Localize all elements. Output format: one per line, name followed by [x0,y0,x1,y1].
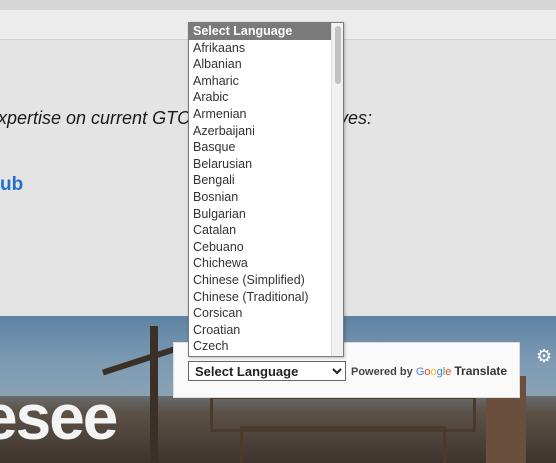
language-option[interactable]: Chichewa [189,255,333,272]
language-option[interactable]: Corsican [189,305,333,322]
hero-title: esee [0,381,118,453]
intro-text-start: xpertise on current GTC [0,108,191,128]
language-option[interactable]: Afrikaans [189,40,333,57]
dropdown-scrollbar[interactable] [331,23,343,356]
language-select[interactable]: Select Language [188,361,346,381]
language-option[interactable]: Croatian [189,322,333,339]
powered-by-google: Powered by Google Translate [351,364,507,378]
language-option[interactable]: Bengali [189,172,333,189]
language-option[interactable]: Bosnian [189,189,333,206]
language-option[interactable]: Select Language [189,23,333,40]
language-options: Select Language Afrikaans Albanian Amharic A… [189,23,333,355]
language-dropdown-list[interactable]: Select Language Afrikaans Albanian Amharic A… [188,22,344,357]
browser-top-strip [0,0,556,10]
language-option[interactable]: Cebuano [189,239,333,256]
dropdown-scroll-thumb[interactable] [335,26,341,84]
hero-crane-mast [150,326,158,463]
language-option[interactable]: Albanian [189,56,333,73]
language-option[interactable]: Amharic [189,73,333,90]
language-option[interactable]: Catalan [189,222,333,239]
language-option[interactable]: Bulgarian [189,206,333,223]
gear-icon[interactable]: ⚙ [536,347,554,365]
language-option[interactable]: Azerbaijani [189,123,333,140]
intro-text: xpertise on current GTC tives: [0,108,372,129]
language-option[interactable]: Basque [189,139,333,156]
language-option[interactable]: Arabic [189,89,333,106]
language-option[interactable]: Czech [189,338,333,355]
language-option[interactable]: Armenian [189,106,333,123]
hub-link[interactable]: ub [0,174,23,196]
language-option[interactable]: Chinese (Simplified) [189,272,333,289]
language-option[interactable]: Belarusian [189,156,333,173]
translate-label: Translate [454,364,508,378]
language-option[interactable]: Chinese (Traditional) [189,289,333,306]
powered-by-label: Powered by [351,366,413,378]
google-logo[interactable]: Google [416,366,452,378]
hero-truss-lower [240,426,446,463]
